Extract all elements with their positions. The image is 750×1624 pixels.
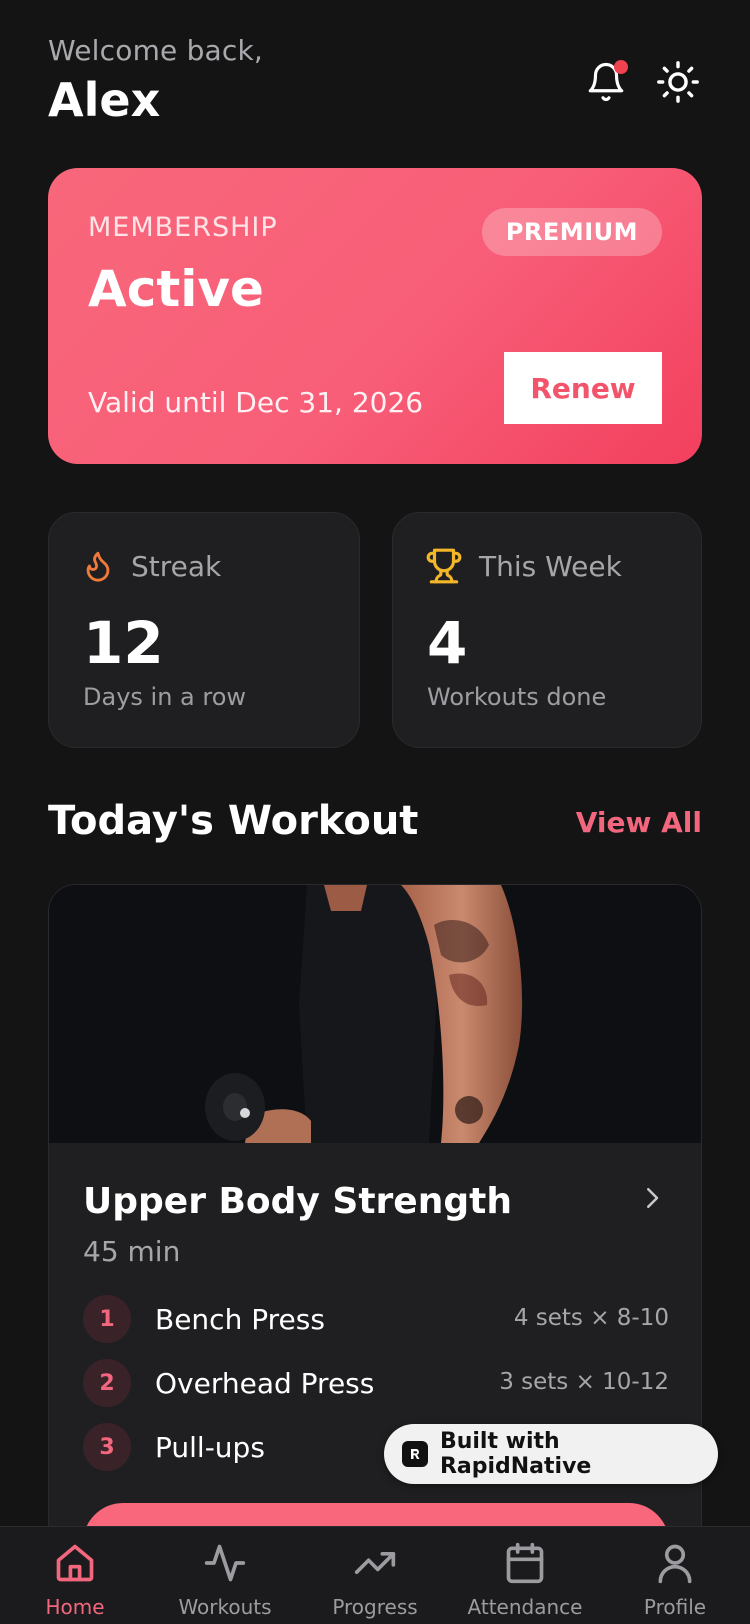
streak-header: Streak — [81, 547, 221, 585]
weekly-header: This Week — [425, 547, 622, 585]
membership-label: MEMBERSHIP — [88, 212, 278, 243]
rapidnative-logo-icon — [402, 1441, 428, 1467]
theme-toggle-button[interactable] — [654, 58, 702, 106]
built-with-badge[interactable]: Built with RapidNative — [384, 1424, 718, 1484]
home-screen: Welcome back, Alex MEMBERSHIP Active PRE… — [0, 0, 750, 1624]
sun-icon — [657, 61, 699, 103]
exercise-sets: 3 sets × 10-12 — [499, 1369, 669, 1395]
exercise-item: 2 Overhead Press 3 sets × 10-12 — [83, 1359, 669, 1409]
nav-item-home[interactable]: Home — [5, 1541, 145, 1619]
exercise-name: Bench Press — [155, 1303, 325, 1336]
nav-item-workouts[interactable]: Workouts — [155, 1541, 295, 1619]
exercise-sets: 4 sets × 8-10 — [513, 1305, 669, 1331]
workout-card[interactable]: Upper Body Strength 45 min 1 Bench Press… — [48, 884, 702, 1624]
activity-icon — [204, 1544, 246, 1582]
membership-status: Active — [88, 260, 264, 318]
trophy-icon — [426, 548, 462, 584]
header-actions — [582, 58, 702, 106]
flame-icon — [86, 551, 110, 582]
streak-card: Streak 12 Days in a row — [48, 512, 360, 748]
view-all-link[interactable]: View All — [576, 806, 702, 839]
exercise-number: 3 — [83, 1423, 131, 1471]
notification-dot — [614, 60, 628, 74]
exercise-number: 2 — [83, 1359, 131, 1407]
premium-badge: PREMIUM — [481, 208, 662, 256]
header: Welcome back, Alex — [48, 34, 702, 134]
streak-value: 12 — [83, 609, 164, 677]
membership-card: MEMBERSHIP Active PREMIUM Valid until De… — [48, 168, 702, 464]
trending-up-icon — [354, 1552, 396, 1574]
nav-label-home: Home — [45, 1595, 105, 1619]
built-with-text: Built with RapidNative — [439, 1429, 592, 1479]
notifications-button[interactable] — [582, 58, 630, 106]
nav-label-profile: Profile — [643, 1595, 707, 1619]
exercise-number: 1 — [83, 1295, 131, 1343]
home-icon — [56, 1544, 94, 1582]
exercise-item: 1 Bench Press 4 sets × 8-10 — [83, 1295, 669, 1345]
exercise-name: Pull-ups — [155, 1431, 265, 1464]
chevron-right-icon[interactable] — [637, 1181, 667, 1219]
user-icon — [658, 1544, 692, 1584]
workout-duration: 45 min — [83, 1235, 181, 1268]
section-title: Today's Workout — [48, 798, 419, 844]
weekly-title: This Week — [479, 549, 622, 583]
bottom-navigation: Home Workouts Progress Attendance Profil… — [0, 1526, 750, 1624]
nav-label-progress: Progress — [332, 1595, 418, 1619]
weekly-workouts-card: This Week 4 Workouts done — [392, 512, 702, 748]
streak-subtitle: Days in a row — [83, 683, 247, 711]
weekly-subtitle: Workouts done — [427, 683, 607, 711]
membership-validity: Valid until Dec 31, 2026 — [88, 386, 424, 419]
calendar-icon — [506, 1542, 544, 1584]
nav-item-attendance[interactable]: Attendance — [455, 1541, 595, 1619]
exercise-name: Overhead Press — [155, 1367, 375, 1400]
nav-item-profile[interactable]: Profile — [605, 1541, 745, 1619]
streak-title: Streak — [131, 549, 222, 583]
workout-image — [49, 885, 701, 1143]
nav-label-workouts: Workouts — [178, 1595, 272, 1619]
workout-title: Upper Body Strength — [83, 1181, 512, 1222]
nav-label-attendance: Attendance — [467, 1595, 583, 1619]
renew-button[interactable]: Renew — [504, 352, 662, 424]
weekly-value: 4 — [427, 609, 468, 677]
workout-photo — [49, 885, 701, 1143]
nav-item-progress[interactable]: Progress — [305, 1541, 445, 1619]
